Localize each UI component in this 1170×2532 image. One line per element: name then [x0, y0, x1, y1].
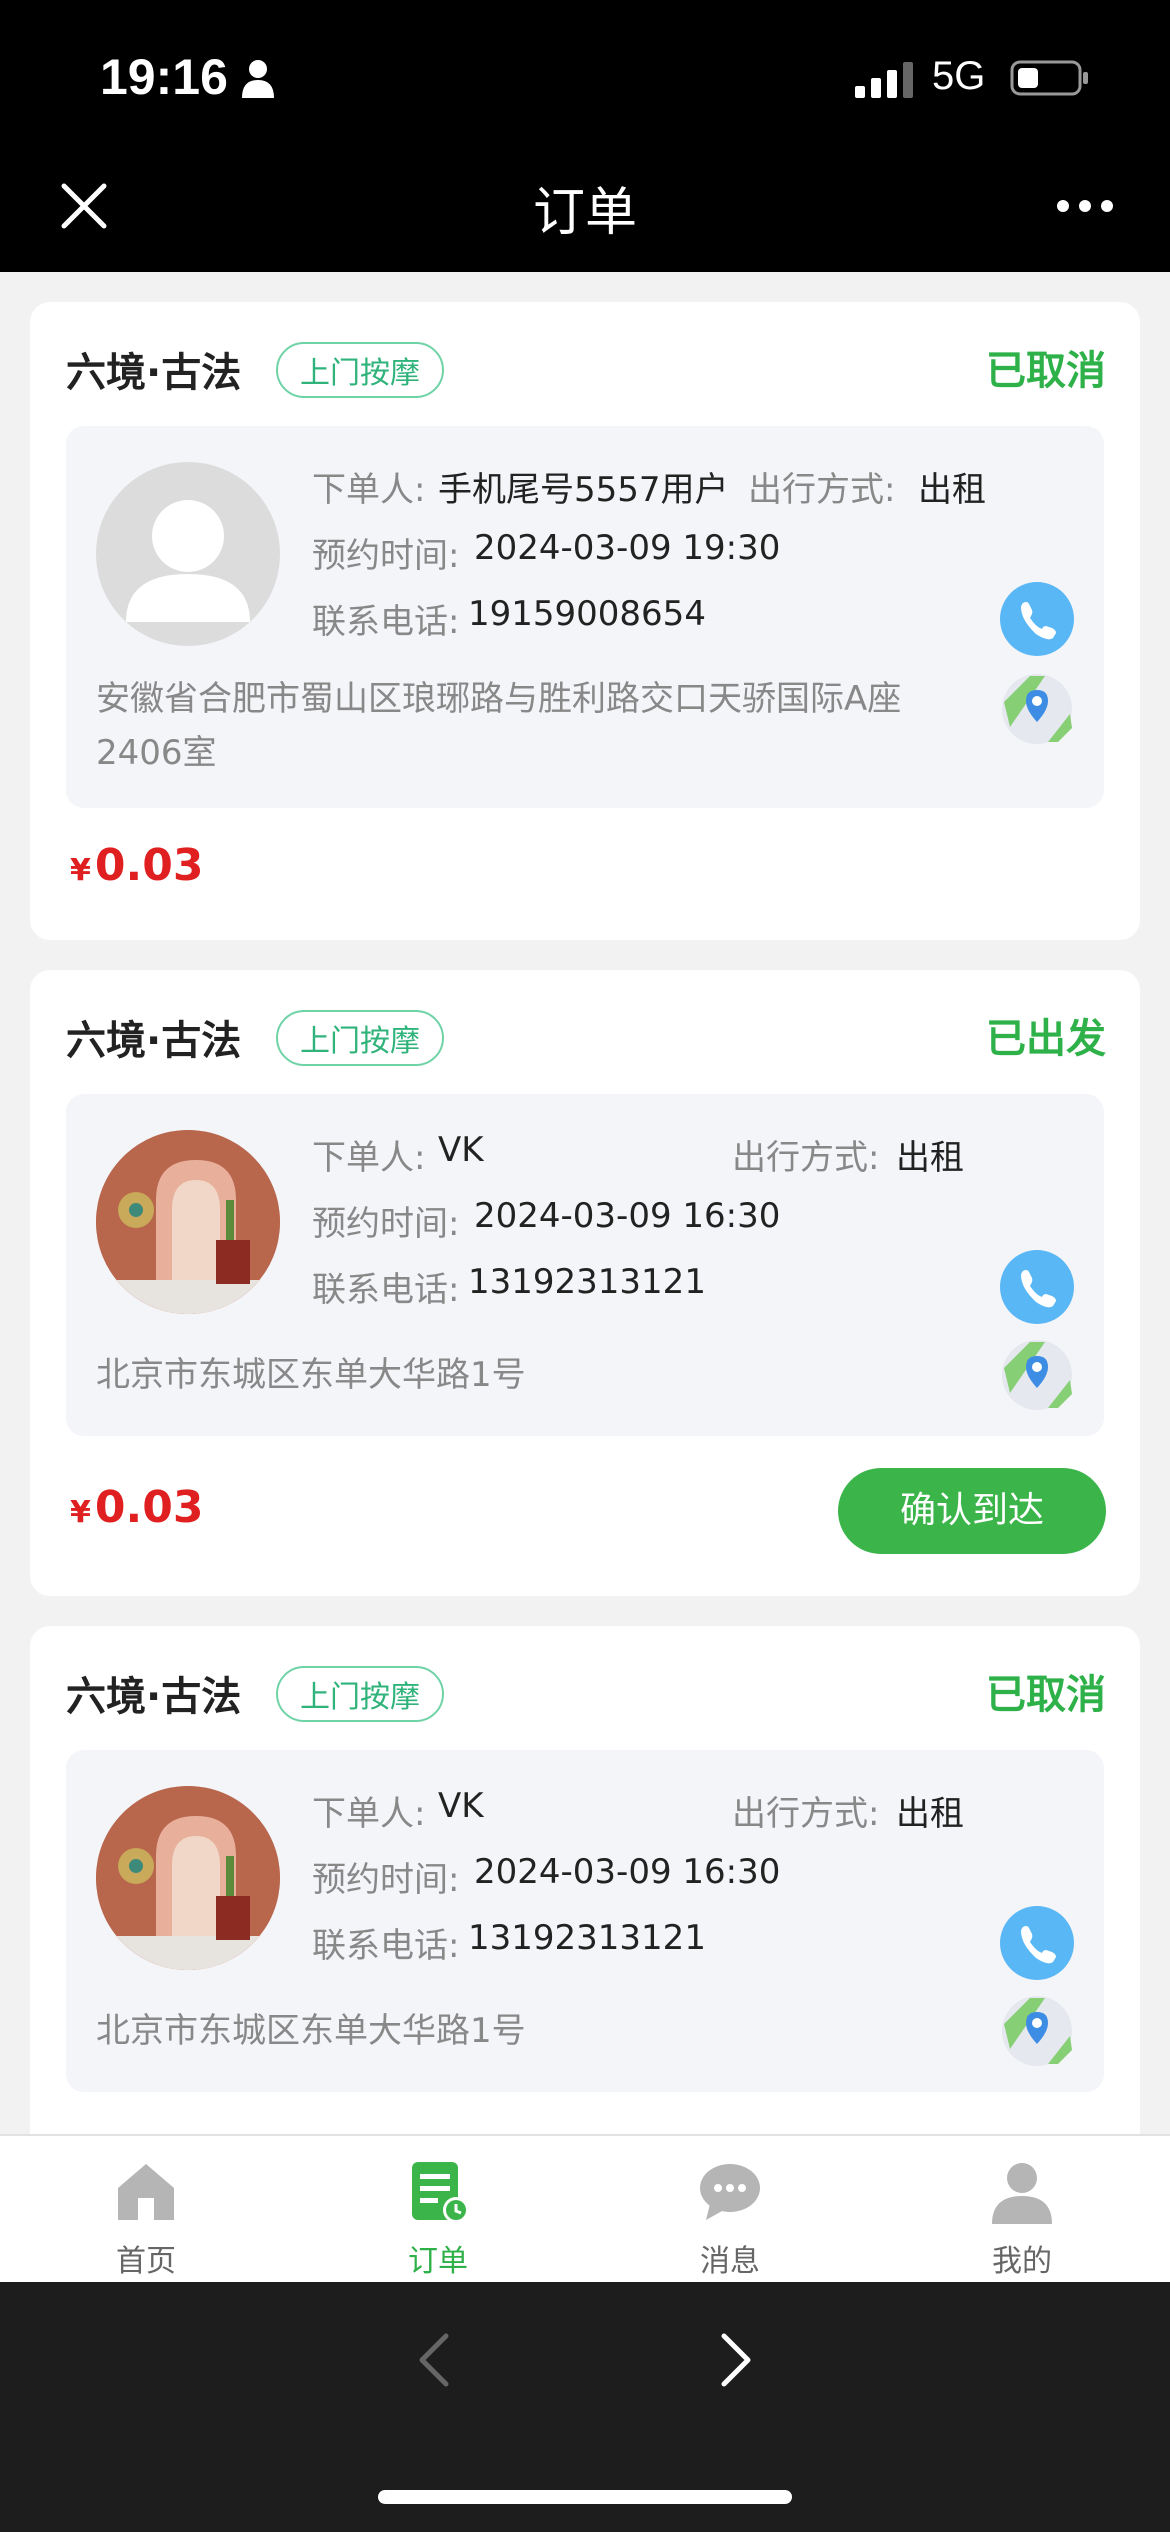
price-value: 0.03: [94, 840, 204, 891]
order-card[interactable]: 六境·古法 上门按摩 已出发 下单人: VK 出行方式: 出租 预约时间: 20…: [30, 970, 1140, 1596]
service-tag: 上门按摩: [276, 1666, 444, 1722]
signal-icon: [855, 62, 913, 98]
phone-label: 联系电话:: [312, 1270, 460, 1310]
map-icon: [1002, 1340, 1072, 1410]
address: 安徽省合肥市蜀山区琅琊路与胜利路交口天骄国际A座2406室: [96, 679, 902, 773]
phone-value: 13192313121: [468, 1918, 706, 1958]
phone-value: 19159008654: [468, 594, 706, 634]
travel-label: 出行方式:: [748, 470, 896, 510]
travel-value: 出租: [918, 470, 986, 510]
orderer-value: VK: [438, 1130, 484, 1170]
orderer-value: 手机尾号5557用户: [438, 470, 729, 510]
appointment-value: 2024-03-09 16:30: [474, 1196, 781, 1236]
order-icon: [412, 2162, 469, 2223]
map-button[interactable]: [1000, 672, 1074, 746]
map-button[interactable]: [1000, 1338, 1074, 1412]
home-indicator: [378, 2490, 792, 2504]
home-icon: [118, 2164, 174, 2220]
tab-messages[interactable]: 消息: [584, 2136, 876, 2284]
message-icon: [700, 2164, 760, 2220]
order-detail: 下单人: VK 出行方式: 出租 预约时间: 2024-03-09 16:30 …: [66, 1094, 1104, 1436]
page-title: 订单: [532, 183, 637, 243]
travel-label: 出行方式:: [732, 1794, 880, 1834]
shop-name: 六境·古法: [66, 350, 242, 396]
tab-home[interactable]: 首页: [0, 2136, 292, 2284]
currency-symbol: ¥: [70, 1495, 91, 1530]
status-bar: 19:16 5G: [0, 0, 1170, 150]
appointment-label: 预约时间:: [312, 1204, 460, 1244]
appointment-value: 2024-03-09 16:30: [474, 1852, 781, 1892]
address: 北京市东城区东单大华路1号: [96, 2011, 526, 2051]
phone-icon: [1021, 1926, 1056, 1964]
shop-name: 六境·古法: [66, 1018, 242, 1064]
network-type: 5G: [932, 54, 986, 98]
forward-arrow-icon[interactable]: [710, 2330, 760, 2390]
phone-icon: [1021, 1270, 1056, 1308]
service-tag: 上门按摩: [276, 1010, 444, 1066]
phone-icon: [1021, 602, 1056, 640]
orderer-value: VK: [438, 1786, 484, 1826]
battery-icon: [1010, 60, 1088, 96]
map-icon: [1002, 674, 1072, 744]
tab-label: 首页: [116, 2244, 176, 2279]
phone-label: 联系电话:: [312, 602, 460, 642]
order-list[interactable]: 六境·古法 上门按摩 已取消 下单人: 手机尾号5557用户 出行方式: 出租 …: [0, 272, 1170, 2134]
address: 北京市东城区东单大华路1号: [96, 1355, 526, 1395]
person-icon: [242, 60, 274, 98]
price-value: 0.03: [94, 1482, 204, 1533]
orderer-label: 下单人:: [312, 1138, 426, 1178]
tab-label: 消息: [700, 2244, 760, 2279]
travel-label: 出行方式:: [732, 1138, 880, 1178]
shop-name: 六境·古法: [66, 1674, 242, 1720]
orderer-label: 下单人:: [312, 1794, 426, 1834]
back-arrow-icon[interactable]: [410, 2330, 460, 2390]
map-button[interactable]: [1000, 1994, 1074, 2068]
order-status: 已出发: [986, 1016, 1106, 1062]
call-button[interactable]: [1000, 1906, 1074, 1980]
map-icon: [1002, 1996, 1072, 2066]
status-time: 19:16: [100, 49, 228, 105]
travel-value: 出租: [896, 1138, 964, 1178]
order-status: 已取消: [986, 348, 1106, 394]
order-status: 已取消: [986, 1672, 1106, 1718]
currency-symbol: ¥: [70, 853, 91, 888]
tab-bar: 首页 订单 消息 我的: [0, 2134, 1170, 2284]
phone-value: 13192313121: [468, 1262, 706, 1302]
order-card[interactable]: 六境·古法 上门按摩 已取消 下单人: 手机尾号5557用户 出行方式: 出租 …: [30, 302, 1140, 940]
profile-icon: [992, 2163, 1052, 2224]
price: ¥0.03: [70, 1482, 203, 1533]
call-button[interactable]: [1000, 1250, 1074, 1324]
appointment-label: 预约时间:: [312, 536, 460, 576]
avatar: [96, 1786, 280, 1970]
avatar: [96, 462, 280, 646]
travel-value: 出租: [896, 1794, 964, 1834]
more-icon[interactable]: [1055, 198, 1115, 214]
phone-label: 联系电话:: [312, 1926, 460, 1966]
avatar: [96, 1130, 280, 1314]
tab-label: 订单: [408, 2244, 468, 2279]
appointment-label: 预约时间:: [312, 1860, 460, 1900]
tab-profile[interactable]: 我的: [876, 2136, 1168, 2284]
appointment-value: 2024-03-09 19:30: [474, 528, 781, 568]
tab-label: 我的: [992, 2244, 1052, 2279]
tab-orders[interactable]: 订单: [292, 2136, 584, 2284]
order-detail: 下单人: VK 出行方式: 出租 预约时间: 2024-03-09 16:30 …: [66, 1750, 1104, 2092]
confirm-arrival-button[interactable]: 确认到达: [838, 1468, 1106, 1554]
price: ¥0.03: [70, 840, 203, 891]
call-button[interactable]: [1000, 582, 1074, 656]
order-detail: 下单人: 手机尾号5557用户 出行方式: 出租 预约时间: 2024-03-0…: [66, 426, 1104, 808]
orderer-label: 下单人:: [312, 470, 426, 510]
service-tag: 上门按摩: [276, 342, 444, 398]
order-card[interactable]: 六境·古法 上门按摩 已取消 下单人: VK 出行方式: 出租 预约时间: 20…: [30, 1626, 1140, 2134]
